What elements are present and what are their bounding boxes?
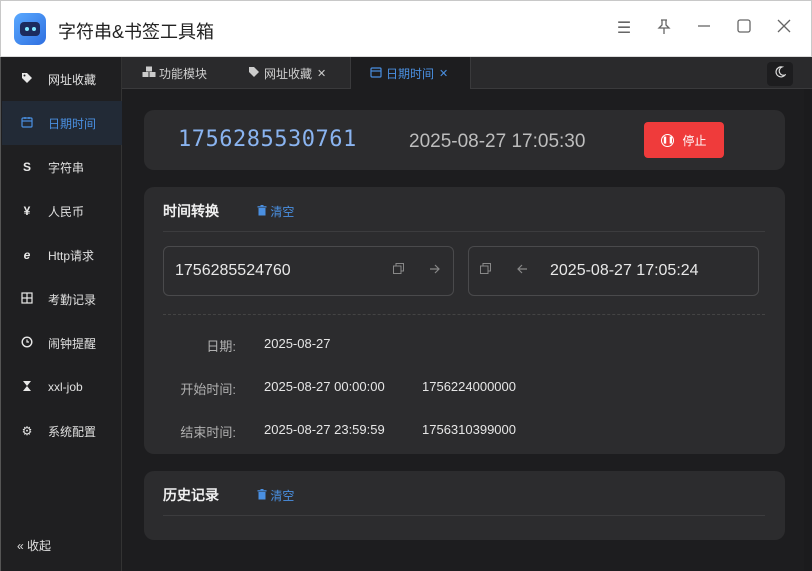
string-icon: S [22,160,31,174]
sidebar-item-datetime[interactable]: 日期时间 [2,101,122,145]
time-convert-card: 时间转换 清空 1756285524760 2025-08-27 17:05:2… [144,187,785,454]
sidebar-item-label: 字符串 [48,160,85,175]
sidebar-item-label: 考勤记录 [48,292,97,307]
sidebar-item-string[interactable]: S 字符串 [2,145,122,189]
end-timestamp: 1756310399000 [422,422,516,437]
calendar-icon [20,116,34,131]
maximize-icon[interactable] [734,19,754,39]
current-timestamp: 1756285530761 [178,127,357,152]
tag-icon [20,72,34,87]
dashed-divider [163,314,765,315]
moon-icon [775,66,787,78]
trash-icon [257,205,270,219]
sidebar: 网址收藏 日期时间 S 字符串 ¥ 人民币 e Http请求 考勤记录 闹钟提醒… [0,57,122,571]
cubes-icon [142,66,156,81]
date-value: 2025-08-27 [264,336,331,351]
sidebar-item-label: 日期时间 [48,116,97,131]
sidebar-item-bookmarks[interactable]: 网址收藏 [2,57,122,101]
end-time-label: 结束时间: [180,425,236,440]
history-card: 历史记录 清空 [144,471,785,540]
start-time-label: 开始时间: [180,382,236,397]
copy-icon[interactable] [393,263,404,277]
clear-history-button[interactable]: 清空 [257,487,294,504]
trash-icon [257,489,270,503]
live-clock-card: 1756285530761 2025-08-27 17:05:30 ❚❚ 停止 [144,110,785,170]
date-label: 日期: [206,339,236,354]
divider [163,231,765,232]
scrollbar[interactable] [804,89,810,571]
start-datetime: 2025-08-27 00:00:00 [264,379,385,394]
copy-icon[interactable] [480,263,491,277]
sidebar-item-label: 系统配置 [48,424,97,439]
divider [163,515,765,516]
clock-icon [20,335,34,351]
tab-label: 功能模块 [159,66,208,81]
section-title: 时间转换 [163,203,219,219]
tab-label: 日期时间 [386,66,435,81]
timestamp-input[interactable]: 1756285524760 [163,246,454,296]
tab-bookmarks[interactable]: 网址收藏 ✕ [242,57,332,89]
menu-icon[interactable]: ☰ [614,19,634,39]
yuan-icon: ¥ [23,204,31,218]
close-icon[interactable] [774,19,794,39]
sidebar-item-attendance[interactable]: 考勤记录 [2,277,122,321]
arrow-left-icon[interactable] [517,263,528,277]
tab-modules[interactable]: 功能模块 [136,57,213,89]
minimize-icon[interactable] [694,19,714,39]
datetime-input-value[interactable]: 2025-08-27 17:05:24 [550,262,699,280]
stop-label: 停止 [682,133,707,148]
sidebar-item-http[interactable]: e Http请求 [2,233,122,277]
sidebar-item-label: 网址收藏 [48,72,97,87]
section-title: 历史记录 [163,487,219,503]
sidebar-item-xxl-job[interactable]: xxl-job [2,365,122,409]
clear-button[interactable]: 清空 [257,203,294,220]
pin-icon[interactable] [654,19,674,39]
current-datetime: 2025-08-27 17:05:30 [409,131,586,152]
tab-close-icon[interactable]: ✕ [439,67,448,80]
end-datetime: 2025-08-27 23:59:59 [264,422,385,437]
sidebar-item-label: 闹钟提醒 [48,336,97,351]
sidebar-item-rmb[interactable]: ¥ 人民币 [2,189,122,233]
app-title: 字符串&书签工具箱 [58,22,215,42]
tag-icon [248,66,260,81]
tab-bar: 功能模块 网址收藏 ✕ 日期时间 ✕ [122,57,812,89]
browser-icon: e [23,248,31,262]
arrow-right-icon[interactable] [429,263,440,277]
start-timestamp: 1756224000000 [422,379,516,394]
calendar-icon [370,66,382,81]
collapse-button[interactable]: « 收起 [17,537,51,554]
title-bar: 字符串&书签工具箱 ☰ [0,0,812,57]
tab-close-icon[interactable]: ✕ [317,67,326,80]
sidebar-item-label: xxl-job [48,380,83,394]
clear-label: 清空 [270,489,295,503]
tab-label: 网址收藏 [264,66,313,81]
stop-button[interactable]: ❚❚ 停止 [644,122,724,158]
pause-icon: ❚❚ [661,133,675,147]
gear-icon: ⚙ [21,424,33,438]
sidebar-item-label: 人民币 [48,204,85,219]
app-logo-icon [14,13,46,45]
sidebar-item-settings[interactable]: ⚙ 系统配置 [2,409,122,453]
timestamp-input-value[interactable]: 1756285524760 [175,262,291,280]
hourglass-icon [20,380,34,395]
dark-mode-toggle[interactable] [767,62,793,86]
clear-label: 清空 [270,205,295,219]
tab-datetime[interactable]: 日期时间 ✕ [350,57,471,89]
sidebar-item-alarm[interactable]: 闹钟提醒 [2,321,122,365]
datetime-input[interactable]: 2025-08-27 17:05:24 [468,246,759,296]
grid-icon [20,291,34,307]
sidebar-item-label: Http请求 [48,248,95,263]
